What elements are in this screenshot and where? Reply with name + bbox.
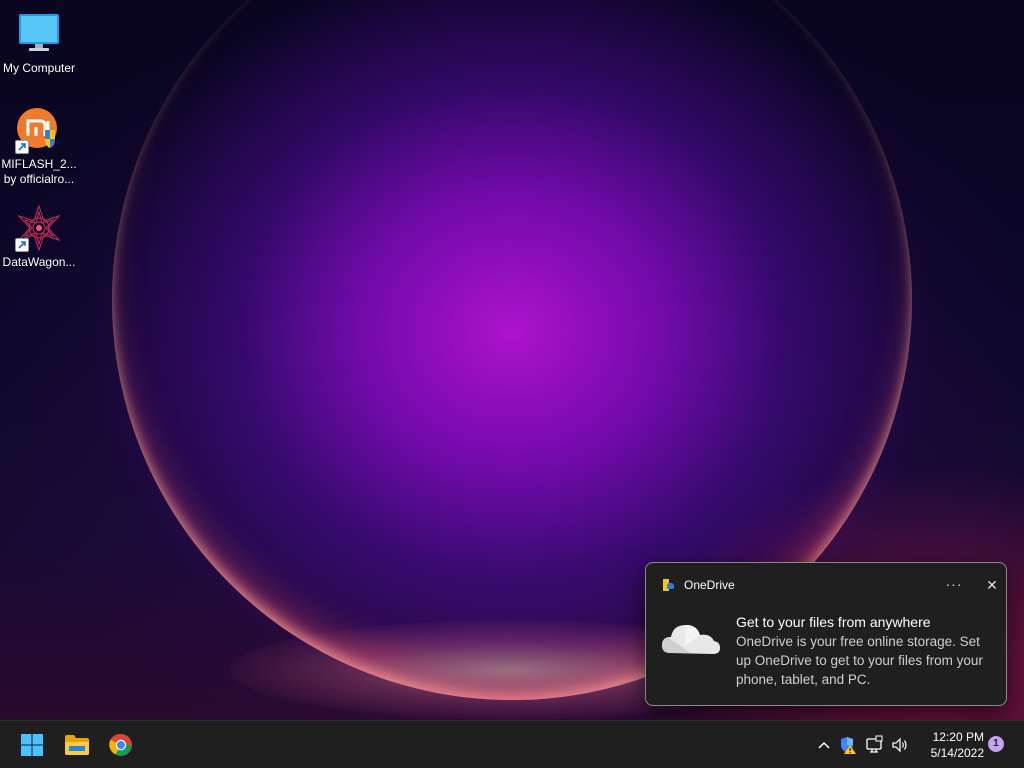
clock-time: 12:20 PM xyxy=(932,730,984,744)
security-shield-warning-icon[interactable] xyxy=(838,735,858,755)
chrome-button[interactable] xyxy=(105,729,137,761)
shortcut-arrow-icon xyxy=(15,238,29,252)
more-options-button[interactable]: ··· xyxy=(942,575,966,595)
file-explorer-button[interactable] xyxy=(61,729,93,761)
taskbar-clock[interactable]: 12:20 PM 5/14/2022 xyxy=(916,729,984,761)
toast-body: OneDrive is your free online storage. Se… xyxy=(736,634,983,687)
chrome-icon xyxy=(109,733,132,756)
shortcut-arrow-icon xyxy=(15,140,29,154)
miflash-icon xyxy=(15,106,63,154)
taskbar: 12:20 PM 5/14/2022 1 xyxy=(0,720,1024,768)
desktop-icon-label: MIFLASH_2... by officialro... xyxy=(1,157,77,186)
start-button[interactable] xyxy=(16,729,48,761)
desktop-icon-label: DataWagon... xyxy=(2,255,76,269)
toast-app-name: OneDrive xyxy=(684,578,735,592)
desktop-icon-miflash[interactable]: MIFLASH_2... by officialro... xyxy=(0,106,78,187)
desktop-icon-label: My Computer xyxy=(2,61,76,75)
desktop-wallpaper: My Computer MIFLASH_2... by officialro..… xyxy=(0,0,1024,720)
close-button[interactable]: ✕ xyxy=(982,575,1002,595)
notification-count-badge[interactable]: 1 xyxy=(988,736,1004,752)
network-icon[interactable] xyxy=(864,735,884,755)
cloud-icon xyxy=(660,617,722,661)
folder-icon xyxy=(65,735,89,755)
datawagon-icon xyxy=(15,204,63,252)
onedrive-toast-notification[interactable]: OneDrive ··· ✕ Get to your files from an… xyxy=(645,562,1007,706)
volume-icon[interactable] xyxy=(890,735,910,755)
onedrive-app-icon xyxy=(660,577,676,593)
show-hidden-icons-chevron-up-icon[interactable] xyxy=(814,735,834,755)
clock-date: 5/14/2022 xyxy=(930,746,984,760)
desktop-icon-my-computer[interactable]: My Computer xyxy=(0,10,78,76)
windows-start-icon xyxy=(21,734,43,756)
toast-header: OneDrive ··· ✕ xyxy=(660,575,998,595)
monitor-icon xyxy=(15,10,63,58)
toast-title: Get to your files from anywhere xyxy=(736,614,931,630)
desktop-icon-datawagon[interactable]: DataWagon... xyxy=(0,204,78,270)
